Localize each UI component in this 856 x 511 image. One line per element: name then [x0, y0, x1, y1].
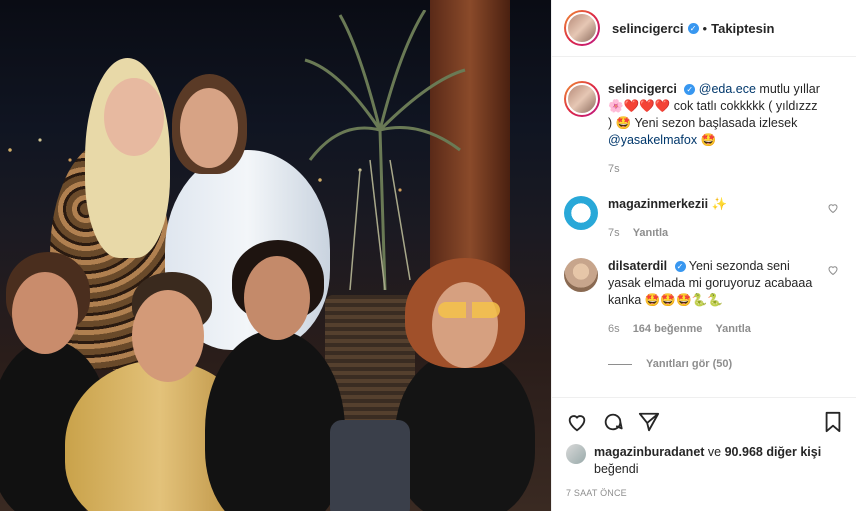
separator-dot: • [702, 20, 708, 36]
comments-list: selincigerci ✓ @eda.ece mutlu yıllar 🌸❤️… [552, 57, 856, 397]
comment-item: magazinmerkezii ✨ 7s Yanıtla [552, 196, 856, 242]
post-header: selincigerci ✓ • Takiptesin [552, 0, 856, 57]
comment-likes[interactable]: 164 beğenme [633, 323, 703, 335]
face [180, 88, 238, 168]
emoji: 🌸❤️❤️❤️ [608, 99, 671, 113]
emoji: ✨ [711, 197, 728, 211]
heart-icon[interactable] [566, 411, 588, 433]
comment-username[interactable]: dilsaterdil [608, 259, 667, 273]
post-timestamp[interactable]: 7 SAAT ÖNCE [566, 488, 843, 498]
verified-badge-icon: ✓ [687, 22, 699, 34]
liker-avatar[interactable] [566, 444, 586, 464]
caption-meta: 7s [608, 161, 821, 178]
liker-username[interactable]: magazinburadanet [594, 445, 704, 459]
reply-button[interactable]: Yanıtla [715, 323, 750, 335]
post-photo[interactable] [0, 0, 551, 511]
share-icon[interactable] [638, 411, 660, 433]
caption-age[interactable]: 7s [608, 163, 620, 175]
sunglasses [438, 302, 500, 318]
caption-text: Yeni sezon başlasada izlesek [634, 116, 798, 130]
post-sidebar: selincigerci ✓ • Takiptesin selincigerci… [551, 0, 856, 511]
face [104, 78, 164, 156]
comment-age[interactable]: 7s [608, 227, 620, 239]
verified-badge-icon: ✓ [684, 84, 696, 96]
view-replies-label[interactable]: Yanıtları gör (50) [646, 358, 732, 370]
avatar[interactable] [564, 81, 600, 117]
face [432, 282, 498, 368]
caption: selincigerci ✓ @eda.ece mutlu yıllar 🌸❤️… [552, 81, 856, 178]
others-count[interactable]: 90.968 diğer kişi [725, 445, 822, 459]
emoji: 🤩 [615, 116, 632, 130]
emoji: 🤩 [700, 133, 717, 147]
action-bar: magazinburadanet ve 90.968 diğer kişi be… [552, 397, 856, 511]
commenter-avatar[interactable] [564, 196, 598, 230]
reply-button[interactable]: Yanıtla [633, 227, 668, 239]
face [12, 272, 78, 354]
mention-link[interactable]: @eda.ece [699, 82, 756, 96]
header-username[interactable]: selincigerci [612, 21, 684, 36]
following-status[interactable]: Takiptesin [711, 21, 774, 36]
comment-meta: 6s 164 beğenme Yanıtla [608, 321, 821, 338]
caption-username[interactable]: selincigerci [608, 82, 677, 96]
face [132, 290, 204, 382]
comment-age[interactable]: 6s [608, 323, 620, 335]
avatar[interactable] [564, 10, 600, 46]
comment-item: dilsaterdil ✓ Yeni sezonda seni yasak el… [552, 258, 856, 338]
comment-meta: 7s Yanıtla [608, 225, 821, 242]
person-right [395, 350, 535, 511]
commenter-avatar[interactable] [564, 258, 598, 292]
cushion [330, 420, 410, 511]
liked-by-suffix: beğendi [594, 462, 639, 476]
mention-link[interactable]: @yasakelmafox [608, 133, 697, 147]
caption-text: mutlu yıllar [759, 82, 820, 96]
liked-by: magazinburadanet ve 90.968 diğer kişi be… [566, 444, 843, 478]
face [244, 256, 310, 340]
replies-line [608, 363, 632, 365]
emoji: 🤩🤩🤩🐍🐍 [644, 293, 723, 307]
person-black-top [205, 330, 345, 511]
action-icons [566, 410, 843, 434]
verified-badge-icon: ✓ [674, 261, 686, 273]
bookmark-icon[interactable] [823, 411, 843, 433]
liked-by-conjunction: ve [707, 445, 722, 459]
comment-username[interactable]: magazinmerkezii [608, 197, 708, 211]
view-replies[interactable]: Yanıtları gör (50) [608, 358, 732, 370]
like-comment-heart-icon[interactable] [827, 264, 839, 276]
like-comment-heart-icon[interactable] [827, 202, 839, 214]
comment-icon[interactable] [602, 411, 624, 433]
